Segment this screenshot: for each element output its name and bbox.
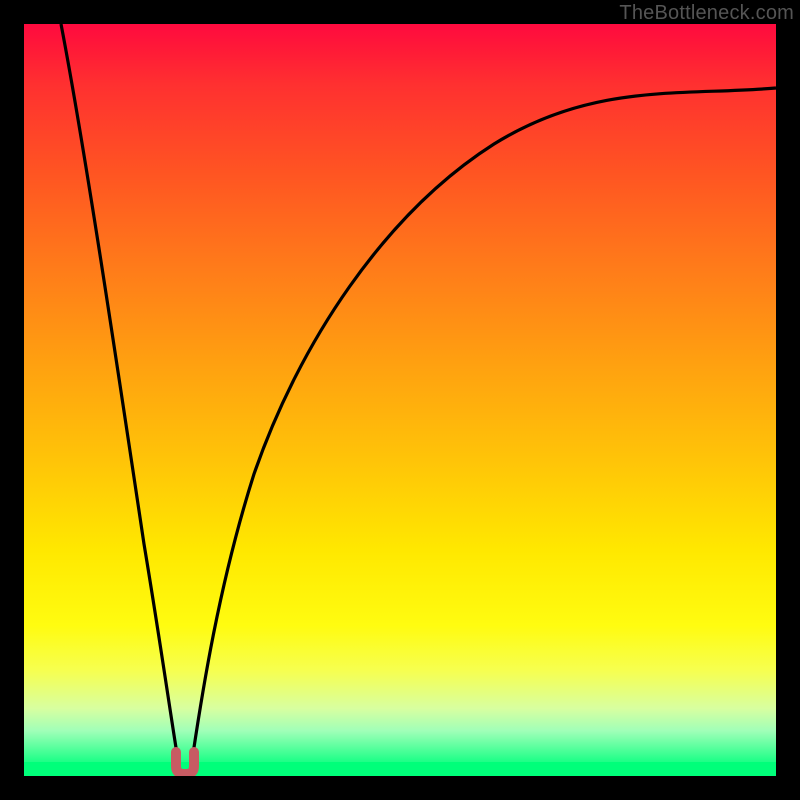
curve-right-branch [193, 88, 776, 754]
curve-left-branch [61, 24, 177, 754]
watermark-text: TheBottleneck.com [619, 2, 794, 25]
chart-frame: TheBottleneck.com [0, 0, 800, 800]
valley-marker-icon [176, 752, 194, 774]
bottleneck-curve [24, 24, 776, 776]
plot-area [24, 24, 776, 776]
